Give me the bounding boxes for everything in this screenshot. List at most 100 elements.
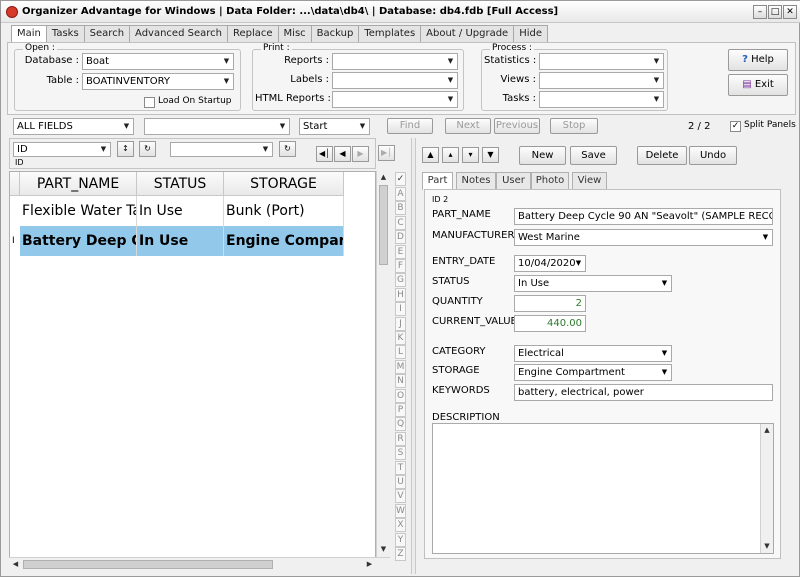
alpha-index-y[interactable]: Y (395, 532, 406, 547)
tab-backup[interactable]: Backup (310, 25, 360, 42)
alpha-index-j[interactable]: J (395, 316, 406, 331)
split-panels-checkbox[interactable]: ✓ (730, 121, 741, 132)
alpha-index-m[interactable]: M (395, 359, 406, 374)
keywords-field[interactable]: battery, electrical, power (514, 384, 773, 401)
alpha-index-l[interactable]: L (395, 345, 406, 360)
grid-horizontal-scrollbar[interactable]: ◀ ▶ (9, 557, 390, 571)
next-record-icon[interactable]: ▶ (352, 146, 369, 162)
column-header-storage[interactable]: STORAGE (224, 172, 344, 196)
database-select[interactable]: Boat ▼ (82, 53, 234, 70)
alpha-index-a[interactable]: A (395, 187, 406, 201)
tab-templates[interactable]: Templates (358, 25, 422, 42)
last-record-icon[interactable]: ▶│ (378, 145, 395, 161)
scroll-right-icon[interactable]: ▶ (363, 558, 376, 571)
scroll-down-icon[interactable]: ▼ (761, 540, 773, 553)
refresh-icon[interactable]: ↻ (139, 141, 156, 157)
alpha-index-n[interactable]: N (395, 374, 406, 389)
save-button[interactable]: Save (570, 146, 617, 165)
views-select[interactable]: ▼ (539, 72, 664, 89)
storage-select[interactable]: Engine Compartment ▼ (514, 364, 672, 381)
first-icon[interactable]: ▲ (422, 147, 439, 163)
column-header-status[interactable]: STATUS (137, 172, 224, 196)
search-field-select[interactable]: ALL FIELDS ▼ (13, 118, 134, 135)
table-select[interactable]: BOATINVENTORY ▼ (82, 73, 234, 90)
alpha-index-f[interactable]: F (395, 259, 406, 273)
html-reports-select[interactable]: ▼ (332, 91, 458, 108)
stop-button[interactable]: Stop (550, 118, 598, 134)
tab-about-upgrade[interactable]: About / Upgrade (420, 25, 515, 42)
form-tab-notes[interactable]: Notes (456, 172, 496, 189)
form-tab-view[interactable]: View (572, 172, 607, 189)
alpha-index-w[interactable]: W (395, 503, 406, 518)
scroll-up-icon[interactable]: ▲ (761, 424, 773, 437)
entry-date-field[interactable]: 10/04/2020 ▼ (514, 255, 586, 272)
description-textarea[interactable]: ▲ ▼ (432, 423, 774, 554)
up-icon[interactable]: ▴ (442, 147, 459, 163)
panel-splitter[interactable] (411, 138, 416, 574)
status-select[interactable]: In Use ▼ (514, 275, 672, 292)
tab-misc[interactable]: Misc (277, 25, 312, 42)
category-select[interactable]: Electrical ▼ (514, 345, 672, 362)
alpha-index-k[interactable]: K (395, 331, 406, 345)
scroll-left-icon[interactable]: ◀ (9, 558, 22, 571)
load-on-startup-checkbox[interactable] (144, 97, 155, 108)
down-icon[interactable]: ▾ (462, 147, 479, 163)
part-name-field[interactable]: Battery Deep Cycle 90 AN "Seavolt" (SAMP… (514, 208, 773, 225)
alpha-index-g[interactable]: G (395, 273, 406, 288)
alpha-index-t[interactable]: T (395, 460, 406, 475)
previous-button[interactable]: Previous (494, 118, 540, 134)
tab-main[interactable]: Main (11, 25, 47, 43)
form-tab-user[interactable]: User (496, 172, 531, 189)
tab-tasks[interactable]: Tasks (45, 25, 85, 42)
alpha-index-i[interactable]: I (395, 302, 406, 317)
alpha-index-u[interactable]: U (395, 475, 406, 489)
tab-replace[interactable]: Replace (226, 25, 279, 42)
refresh-filter-icon[interactable]: ↻ (279, 141, 296, 157)
alpha-index-e[interactable]: E (395, 244, 406, 259)
labels-select[interactable]: ▼ (332, 72, 458, 89)
statistics-select[interactable]: ▼ (539, 53, 664, 70)
close-icon[interactable]: ✕ (783, 5, 797, 19)
find-button[interactable]: Find (387, 118, 433, 134)
alpha-index-b[interactable]: B (395, 201, 406, 216)
help-button[interactable]: ? Help (728, 49, 788, 71)
undo-button[interactable]: Undo (689, 146, 737, 165)
alpha-index-c[interactable]: C (395, 215, 406, 230)
alpha-index-o[interactable]: O (395, 388, 406, 403)
exit-button[interactable]: ▤ Exit (728, 74, 788, 96)
next-button[interactable]: Next (445, 118, 491, 134)
tab-hide[interactable]: Hide (513, 25, 549, 42)
form-tab-photo[interactable]: Photo (531, 172, 569, 189)
quantity-field[interactable]: 2 (514, 295, 586, 312)
alpha-index-q[interactable]: Q (395, 417, 406, 432)
alpha-index-d[interactable]: D (395, 230, 406, 245)
description-scrollbar[interactable]: ▲ ▼ (760, 424, 773, 553)
first-record-icon[interactable]: ◀│ (316, 146, 333, 162)
new-button[interactable]: New (519, 146, 566, 165)
delete-button[interactable]: Delete (637, 146, 687, 165)
alpha-index-r[interactable]: R (395, 431, 406, 446)
manufacturer-select[interactable]: West Marine ▼ (514, 229, 773, 246)
hscroll-thumb[interactable] (23, 560, 273, 569)
scroll-down-icon[interactable]: ▼ (377, 543, 390, 556)
form-tab-part[interactable]: Part (422, 172, 453, 190)
sort-direction-icon[interactable]: ↕ (117, 141, 134, 157)
alpha-index-x[interactable]: X (395, 518, 406, 533)
minimize-icon[interactable]: – (753, 5, 767, 19)
alpha-index-s[interactable]: S (395, 446, 406, 461)
tab-search[interactable]: Search (83, 25, 131, 42)
alpha-index-p[interactable]: P (395, 403, 406, 417)
alpha-index-z[interactable]: Z (395, 547, 406, 561)
previous-record-icon[interactable]: ◀ (334, 146, 351, 162)
scroll-up-icon[interactable]: ▲ (377, 171, 390, 184)
alpha-index-check[interactable]: ✓ (395, 172, 406, 186)
tab-advanced-search[interactable]: Advanced Search (129, 25, 228, 42)
search-mode-select[interactable]: Start ▼ (299, 118, 370, 135)
alpha-index-h[interactable]: H (395, 287, 406, 302)
scroll-thumb[interactable] (379, 185, 388, 265)
grid-vertical-scrollbar[interactable]: ▲ ▼ (376, 171, 390, 557)
reports-select[interactable]: ▼ (332, 53, 458, 70)
search-input[interactable]: ▼ (144, 118, 290, 135)
sort-field-select[interactable]: ID ▼ (13, 142, 111, 157)
filter-select[interactable]: ▼ (170, 142, 273, 157)
